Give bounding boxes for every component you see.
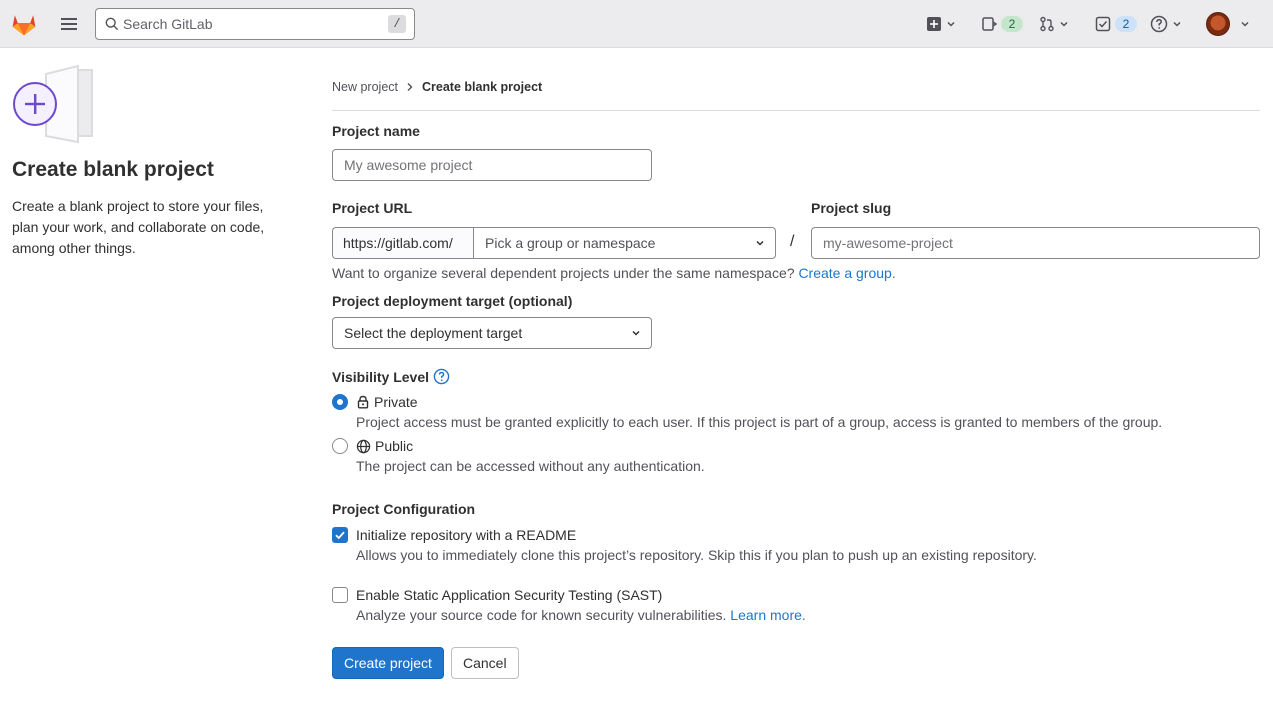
todos-button[interactable]: 2 — [1095, 12, 1137, 36]
project-slug-label: Project slug — [811, 200, 892, 216]
search-icon — [105, 17, 119, 31]
url-prefix: https://gitlab.com/ — [332, 227, 473, 259]
todo-checkbox-icon — [1095, 16, 1111, 32]
search-box[interactable]: / — [95, 8, 415, 40]
page-heading: Create blank project — [12, 158, 214, 181]
sast-checkbox[interactable] — [332, 587, 348, 603]
chevron-right-icon — [407, 83, 413, 91]
deployment-target-select[interactable]: Select the deployment target — [332, 317, 652, 349]
readme-help: Allows you to immediately clone this pro… — [356, 547, 1037, 563]
checkmark-icon — [335, 531, 345, 540]
visibility-private-label[interactable]: Private — [356, 394, 418, 410]
sast-label[interactable]: Enable Static Application Security Testi… — [356, 587, 662, 603]
issues-button[interactable]: 2 — [981, 12, 1023, 36]
visibility-public-help: The project can be accessed without any … — [356, 458, 705, 474]
search-shortcut-hint: / — [388, 15, 406, 33]
readme-checkbox[interactable] — [332, 527, 348, 543]
breadcrumb: New project Create blank project — [332, 80, 542, 94]
group-hint-text: Want to organize several dependent proje… — [332, 265, 795, 281]
project-url-label: Project URL — [332, 200, 413, 216]
group-hint: Want to organize several dependent proje… — [332, 265, 896, 281]
issues-count-badge: 2 — [1001, 16, 1023, 32]
chevron-down-icon — [1241, 21, 1249, 27]
user-menu-dropdown[interactable] — [1206, 12, 1250, 36]
project-name-input[interactable] — [332, 149, 652, 181]
project-name-label: Project name — [332, 123, 420, 139]
new-item-dropdown[interactable] — [926, 12, 956, 36]
help-dropdown[interactable] — [1150, 12, 1182, 36]
breadcrumb-new-project[interactable]: New project — [332, 80, 398, 94]
chevron-down-icon — [632, 330, 640, 336]
visibility-level-text: Visibility Level — [332, 368, 430, 385]
lock-icon — [357, 395, 369, 409]
hamburger-menu-icon[interactable] — [58, 13, 80, 35]
issues-icon — [982, 17, 997, 31]
visibility-level-label: Visibility Level — [332, 368, 450, 385]
create-group-link[interactable]: Create a group. — [798, 265, 895, 281]
url-separator: / — [790, 233, 795, 250]
create-project-button[interactable]: Create project — [332, 647, 444, 679]
visibility-public-radio[interactable] — [332, 438, 348, 454]
namespace-select-placeholder: Pick a group or namespace — [485, 235, 656, 251]
readme-label[interactable]: Initialize repository with a README — [356, 527, 576, 543]
visibility-private-text: Private — [374, 394, 418, 410]
visibility-private-help: Project access must be granted explicitl… — [356, 414, 1163, 430]
deployment-target-value: Select the deployment target — [344, 325, 523, 341]
globe-icon — [356, 439, 371, 453]
search-input[interactable] — [123, 13, 373, 35]
project-configuration-label: Project Configuration — [332, 501, 476, 517]
divider — [332, 110, 1260, 111]
cancel-button[interactable]: Cancel — [451, 647, 519, 679]
deployment-target-label: Project deployment target (optional) — [332, 293, 573, 309]
project-slug-input[interactable] — [811, 227, 1260, 259]
user-avatar — [1206, 12, 1230, 36]
chevron-down-icon — [1173, 21, 1181, 27]
sast-help-text: Analyze your source code for known secur… — [356, 607, 727, 623]
todos-count-badge: 2 — [1115, 16, 1137, 32]
visibility-public-text: Public — [375, 438, 414, 454]
gitlab-logo-icon[interactable] — [10, 10, 38, 38]
merge-requests-dropdown[interactable] — [1039, 12, 1069, 36]
plus-square-icon — [927, 17, 941, 31]
namespace-select[interactable]: Pick a group or namespace — [473, 227, 776, 259]
merge-request-icon — [1040, 16, 1054, 32]
chevron-down-icon — [756, 240, 764, 246]
visibility-public-label[interactable]: Public — [356, 438, 413, 454]
page-description: Create a blank project to store your fil… — [12, 198, 265, 256]
chevron-down-icon — [947, 21, 955, 27]
question-circle-icon — [1150, 15, 1168, 33]
visibility-private-radio[interactable] — [332, 394, 348, 410]
blank-project-illustration — [13, 64, 93, 144]
learn-more-link[interactable]: Learn more. — [730, 607, 805, 623]
sast-help: Analyze your source code for known secur… — [356, 607, 806, 623]
chevron-down-icon — [1060, 21, 1068, 27]
question-circle-icon[interactable] — [433, 368, 450, 385]
breadcrumb-current: Create blank project — [422, 80, 543, 94]
top-navigation-bar: / 2 2 — [0, 0, 1273, 48]
